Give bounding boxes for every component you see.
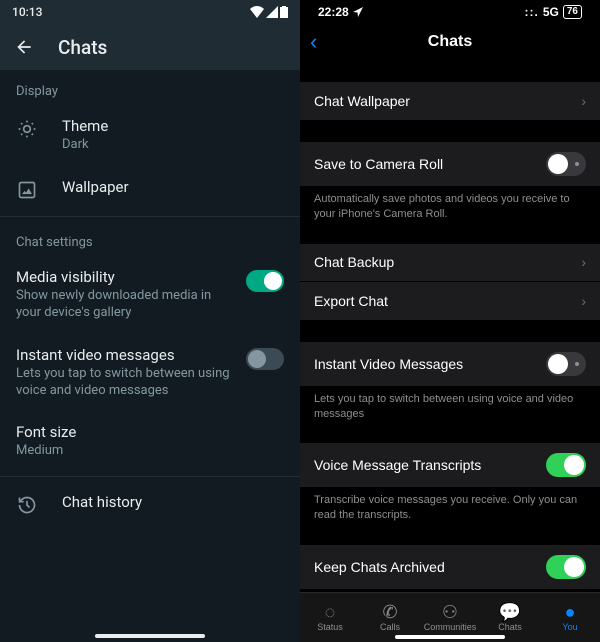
- save-camera-footer: Automatically save photos and videos you…: [300, 187, 600, 222]
- chat-wallpaper-row[interactable]: Chat Wallpaper ›: [300, 82, 600, 120]
- instant-video-toggle[interactable]: [246, 348, 284, 370]
- battery-icon: [280, 6, 288, 18]
- save-camera-row[interactable]: Save to Camera Roll: [300, 142, 600, 187]
- instant-video-label: Instant video messages: [16, 346, 234, 364]
- ios-screen: 22:28 ::. 5G 76 ‹ Chats Chat Wallpaper ›: [300, 0, 600, 642]
- location-icon: [353, 7, 363, 17]
- chevron-right-icon: ›: [581, 93, 586, 109]
- signal-dots-icon: ::.: [525, 5, 539, 19]
- instant-video-sub: Lets you tap to switch between using voi…: [16, 366, 234, 400]
- you-icon: ●: [565, 603, 576, 621]
- theme-value: Dark: [62, 137, 284, 154]
- back-chevron-icon[interactable]: ‹: [310, 31, 317, 53]
- android-status-bar: 10:13: [0, 0, 300, 24]
- keep-archived-label: Keep Chats Archived: [314, 559, 546, 575]
- instant-video-row[interactable]: Instant video messages Lets you tap to s…: [0, 334, 300, 412]
- status-time: 10:13: [12, 5, 42, 19]
- network-label: 5G: [543, 5, 559, 19]
- android-screen: 10:13 Chats Display Theme Dark Wallpaper: [0, 0, 300, 642]
- chat-history-label: Chat history: [62, 493, 284, 511]
- signal-icon: [266, 6, 278, 18]
- phone-icon: ✆: [382, 603, 397, 621]
- display-section-header: Display: [0, 70, 300, 105]
- android-nav-bar: [95, 634, 205, 638]
- wallpaper-label: Wallpaper: [62, 178, 284, 196]
- chat-backup-row[interactable]: Chat Backup ›: [300, 244, 600, 282]
- chat-history-row[interactable]: Chat history: [0, 481, 300, 527]
- status-time: 22:28: [318, 5, 349, 19]
- instant-video-label: Instant Video Messages: [314, 356, 546, 372]
- font-size-row[interactable]: Font size Medium: [0, 411, 300, 472]
- voice-transcripts-row[interactable]: Voice Message Transcripts: [300, 443, 600, 488]
- save-camera-toggle[interactable]: [546, 152, 586, 176]
- ios-home-indicator: [395, 635, 505, 639]
- theme-icon: [17, 119, 37, 139]
- tab-status[interactable]: ◌ Status: [300, 593, 360, 642]
- media-visibility-toggle[interactable]: [246, 270, 284, 292]
- instant-video-toggle[interactable]: [546, 352, 586, 376]
- communities-icon: ⚇: [442, 603, 458, 621]
- divider: [0, 476, 300, 477]
- media-visibility-sub: Show newly downloaded media in your devi…: [16, 288, 234, 322]
- ios-status-bar: 22:28 ::. 5G 76: [300, 0, 600, 24]
- history-icon: [17, 495, 37, 515]
- divider: [0, 216, 300, 217]
- chat-wallpaper-label: Chat Wallpaper: [314, 93, 581, 109]
- chat-backup-label: Chat Backup: [314, 254, 581, 270]
- theme-label: Theme: [62, 117, 284, 135]
- back-arrow-icon[interactable]: [14, 37, 34, 57]
- font-size-label: Font size: [16, 423, 284, 441]
- instant-video-footer: Lets you tap to switch between using voi…: [300, 387, 600, 422]
- tab-label: You: [562, 622, 577, 632]
- media-visibility-row[interactable]: Media visibility Show newly downloaded m…: [0, 256, 300, 334]
- page-title: Chats: [58, 36, 107, 59]
- theme-row[interactable]: Theme Dark: [0, 105, 300, 166]
- wallpaper-icon: [17, 180, 37, 200]
- tab-label: Communities: [424, 622, 477, 632]
- tab-label: Calls: [380, 622, 400, 632]
- status-icons: [250, 6, 288, 18]
- chat-settings-section-header: Chat settings: [0, 221, 300, 256]
- voice-transcripts-label: Voice Message Transcripts: [314, 457, 546, 473]
- status-icon: ◌: [325, 603, 336, 621]
- export-chat-label: Export Chat: [314, 293, 581, 309]
- battery-badge: 76: [563, 5, 582, 19]
- chevron-right-icon: ›: [581, 254, 586, 270]
- tab-you[interactable]: ● You: [540, 593, 600, 642]
- tab-label: Chats: [498, 622, 522, 632]
- tab-label: Status: [317, 622, 343, 632]
- export-chat-row[interactable]: Export Chat ›: [300, 282, 600, 320]
- font-size-value: Medium: [16, 443, 284, 460]
- page-title: Chats: [428, 33, 472, 51]
- chat-icon: 💬: [499, 603, 521, 621]
- wallpaper-row[interactable]: Wallpaper: [0, 166, 300, 212]
- instant-video-row[interactable]: Instant Video Messages: [300, 342, 600, 387]
- keep-archived-row[interactable]: Keep Chats Archived: [300, 545, 600, 590]
- keep-archived-toggle[interactable]: [546, 555, 586, 579]
- media-visibility-label: Media visibility: [16, 268, 234, 286]
- chevron-right-icon: ›: [581, 293, 586, 309]
- save-camera-label: Save to Camera Roll: [314, 156, 546, 172]
- voice-transcripts-footer: Transcribe voice messages you receive. O…: [300, 488, 600, 523]
- voice-transcripts-toggle[interactable]: [546, 453, 586, 477]
- wifi-icon: [250, 6, 264, 18]
- android-header: Chats: [0, 24, 300, 70]
- ios-header: ‹ Chats: [300, 24, 600, 60]
